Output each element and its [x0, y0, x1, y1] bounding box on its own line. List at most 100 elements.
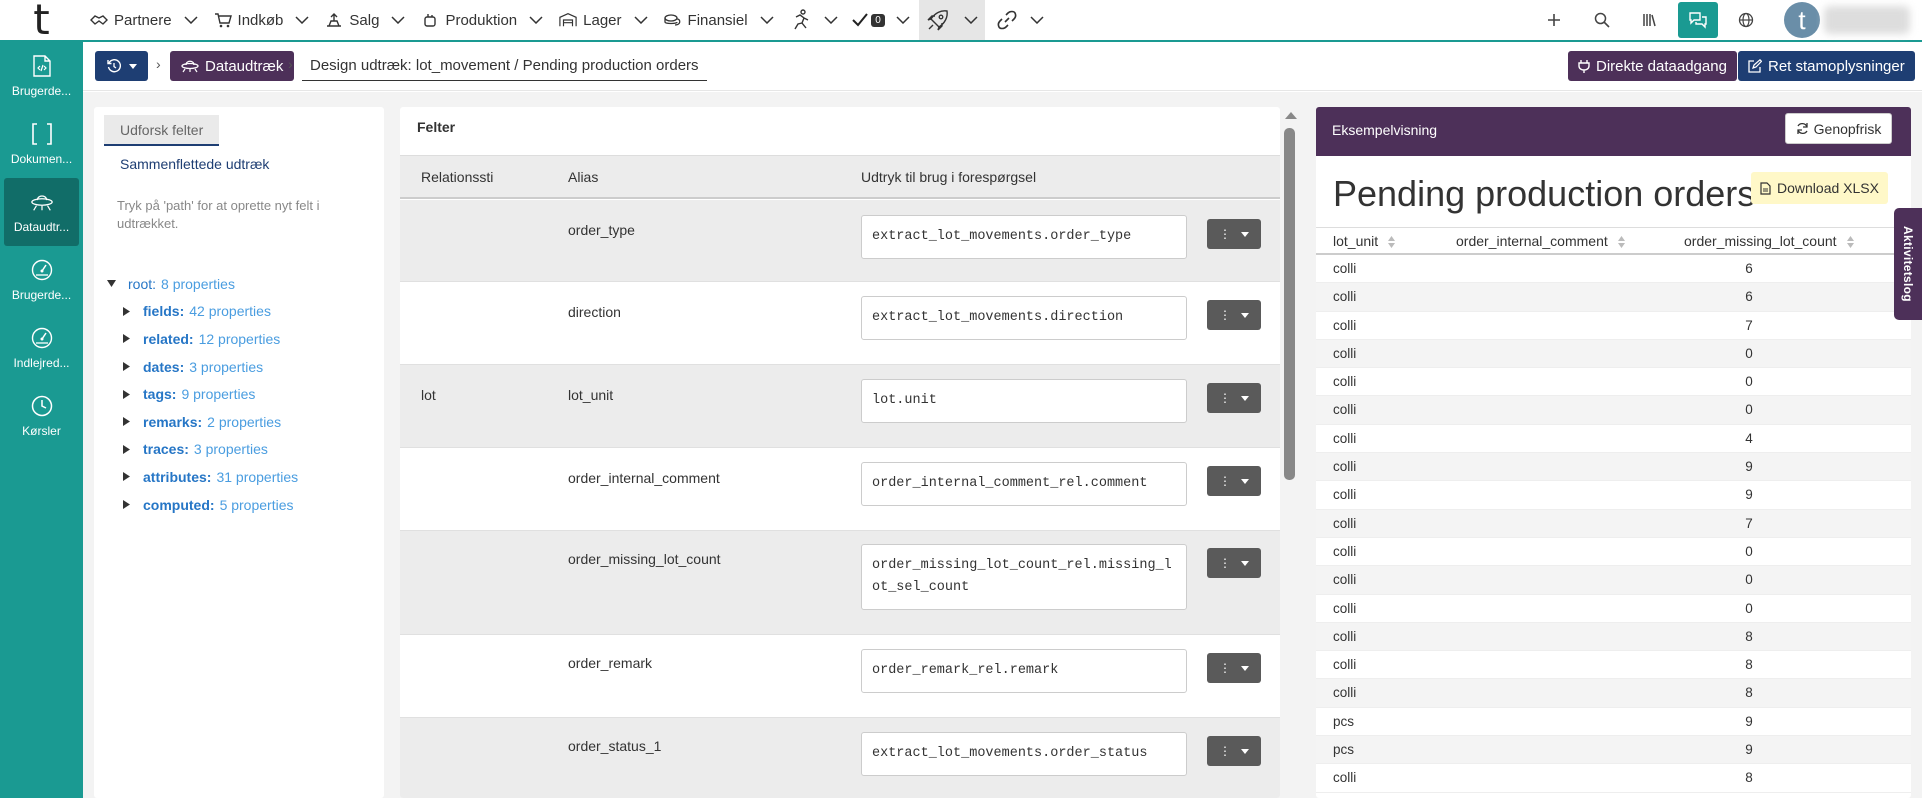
- tree-node-count: 42 properties: [189, 303, 271, 320]
- cell-lot-unit: colli: [1333, 261, 1357, 276]
- page-title[interactable]: Design udtræk: lot_movement / Pending pr…: [302, 51, 707, 81]
- nav-integrations-dropdown[interactable]: [956, 0, 985, 40]
- tree-node-attributes[interactable]: attributes: 31 properties: [104, 463, 298, 491]
- chat-button[interactable]: [1678, 2, 1718, 38]
- user-name-redacted[interactable]: [1824, 6, 1910, 34]
- edit-master-data-button[interactable]: Ret stamoplysninger: [1738, 51, 1915, 81]
- sidebar-item-runs[interactable]: Kørsler: [0, 382, 83, 450]
- breadcrumb-data-extracts[interactable]: Dataudtræk: [170, 51, 295, 81]
- language-button[interactable]: [1722, 0, 1770, 40]
- cell-missing-lot-count: 0: [1745, 402, 1753, 418]
- preview-row: colli 0: [1316, 595, 1911, 623]
- caret-down-icon: [1241, 748, 1249, 754]
- field-actions-button[interactable]: ⋮: [1207, 736, 1261, 766]
- tree-node-fields[interactable]: fields: 42 properties: [104, 298, 298, 326]
- nav-lager[interactable]: Lager: [552, 0, 628, 40]
- history-button[interactable]: [95, 51, 148, 81]
- nav-produktion-dropdown[interactable]: [524, 0, 548, 40]
- nav-partnere-dropdown[interactable]: [179, 0, 203, 40]
- activity-log-tab[interactable]: Aktivitetslog: [1894, 208, 1922, 320]
- nav-partnere[interactable]: Partnere: [83, 0, 179, 40]
- tree-node-computed[interactable]: computed: 5 properties: [104, 491, 298, 519]
- cell-missing-lot-count: 7: [1745, 515, 1753, 531]
- preview-column-header[interactable]: order_internal_comment: [1456, 233, 1625, 249]
- nav-links-dropdown[interactable]: [1025, 0, 1049, 40]
- field-actions-button[interactable]: ⋮: [1207, 548, 1261, 578]
- nav-lager-dropdown[interactable]: [629, 0, 653, 40]
- nav-activities[interactable]: [783, 0, 819, 40]
- field-expression-input[interactable]: extract_lot_movements.order_status: [861, 732, 1187, 776]
- preview-column-header[interactable]: order_missing_lot_count: [1684, 233, 1854, 249]
- library-button[interactable]: [1626, 0, 1674, 40]
- field-expression-input[interactable]: extract_lot_movements.order_type: [861, 215, 1187, 259]
- tree-node-key: remarks:: [143, 413, 203, 430]
- cell-lot-unit: colli: [1333, 430, 1357, 446]
- field-actions-button[interactable]: ⋮: [1207, 219, 1261, 249]
- cell-missing-lot-count: 9: [1745, 459, 1753, 475]
- search-button[interactable]: [1578, 0, 1626, 40]
- sidebar-item-embedded[interactable]: Indlejred...: [0, 314, 83, 382]
- field-actions-button[interactable]: ⋮: [1207, 653, 1261, 683]
- nav-activities-dropdown[interactable]: [819, 0, 843, 40]
- tab-merged-extracts[interactable]: Sammenflettede udtræk: [120, 156, 269, 172]
- field-row: order_status_1 extract_lot_movements.ord…: [400, 718, 1280, 798]
- preview-row: colli 6: [1316, 283, 1911, 312]
- field-alias: direction: [568, 304, 621, 320]
- field-expression-input[interactable]: order_remark_rel.remark: [861, 649, 1187, 693]
- tab-explore-fields[interactable]: Udforsk felter: [104, 115, 220, 146]
- field-expression-input[interactable]: order_internal_comment_rel.comment: [861, 462, 1187, 506]
- direct-data-access-button[interactable]: Direkte dataadgang: [1568, 51, 1737, 81]
- nav-finansiel[interactable]: Finansiel: [657, 0, 755, 40]
- sidebar-item-user-dashboards[interactable]: Brugerde...: [0, 246, 83, 314]
- nav-salg-dropdown[interactable]: [386, 0, 410, 40]
- nav-tasks-dropdown[interactable]: [891, 0, 915, 40]
- search-icon: [1594, 12, 1610, 28]
- cell-lot-unit: colli: [1333, 628, 1357, 644]
- field-actions-button[interactable]: ⋮: [1207, 383, 1261, 413]
- fields-scrollbar[interactable]: [1284, 128, 1295, 480]
- field-row: direction extract_lot_movements.directio…: [400, 282, 1280, 365]
- tree-node-related[interactable]: related: 12 properties: [104, 325, 298, 353]
- cell-missing-lot-count: 6: [1745, 261, 1753, 276]
- download-xlsx-button[interactable]: Download XLSX: [1751, 172, 1888, 204]
- collapsed-caret-icon: [119, 472, 133, 482]
- tree-node-dates[interactable]: dates: 3 properties: [104, 353, 298, 381]
- field-explorer-panel: Udforsk felter Sammenflettede udtræk Try…: [94, 107, 384, 798]
- nav-produktion[interactable]: Produktion: [414, 0, 524, 40]
- nav-indkob-dropdown[interactable]: [290, 0, 314, 40]
- nav-salg[interactable]: Salg: [318, 0, 386, 40]
- sidebar-item-documents[interactable]: Dokumen...: [0, 110, 83, 178]
- refresh-button[interactable]: Genopfrisk: [1785, 113, 1892, 144]
- nav-links[interactable]: [989, 0, 1025, 40]
- user-avatar[interactable]: t: [1784, 2, 1820, 38]
- cell-missing-lot-count: 9: [1745, 487, 1753, 503]
- nav-tasks[interactable]: 0: [847, 0, 891, 40]
- preview-header-title: Eksempelvisning: [1332, 122, 1438, 138]
- field-relation: lot: [421, 387, 436, 403]
- tree-node-remarks[interactable]: remarks: 2 properties: [104, 408, 298, 436]
- cell-lot-unit: colli: [1333, 459, 1357, 475]
- edit-icon: [1748, 59, 1762, 73]
- nav-finansiel-dropdown[interactable]: [755, 0, 779, 40]
- field-alias: lot_unit: [568, 387, 614, 403]
- nav-indkob[interactable]: Indkøb: [207, 0, 291, 40]
- field-actions-button[interactable]: ⋮: [1207, 300, 1261, 330]
- sidebar-item-data-extracts[interactable]: Dataudtr...: [4, 178, 79, 246]
- tree-node-root[interactable]: root: 8 properties: [104, 270, 298, 298]
- field-expression-input[interactable]: extract_lot_movements.direction: [861, 296, 1187, 340]
- field-expression-input[interactable]: order_missing_lot_count_rel.missing_lot_…: [861, 544, 1187, 610]
- nav-integrations[interactable]: [918, 0, 957, 40]
- tree-node-key: root:: [128, 275, 157, 292]
- tree-node-tags[interactable]: tags: 9 properties: [104, 380, 298, 408]
- tree-node-key: dates:: [143, 358, 185, 375]
- app-logo[interactable]: t: [0, 0, 83, 41]
- add-button[interactable]: [1530, 0, 1578, 40]
- field-actions-button[interactable]: ⋮: [1207, 466, 1261, 496]
- tree-node-traces[interactable]: traces: 3 properties: [104, 436, 298, 464]
- cell-missing-lot-count: 7: [1745, 317, 1753, 333]
- preview-column-header[interactable]: lot_unit: [1333, 233, 1396, 249]
- scroll-up-arrow-icon[interactable]: [1285, 112, 1297, 119]
- sidebar-item-user-defined[interactable]: Brugerde...: [0, 42, 83, 110]
- field-expression-input[interactable]: lot.unit: [861, 379, 1187, 423]
- tree-node-count: 8 properties: [161, 275, 235, 292]
